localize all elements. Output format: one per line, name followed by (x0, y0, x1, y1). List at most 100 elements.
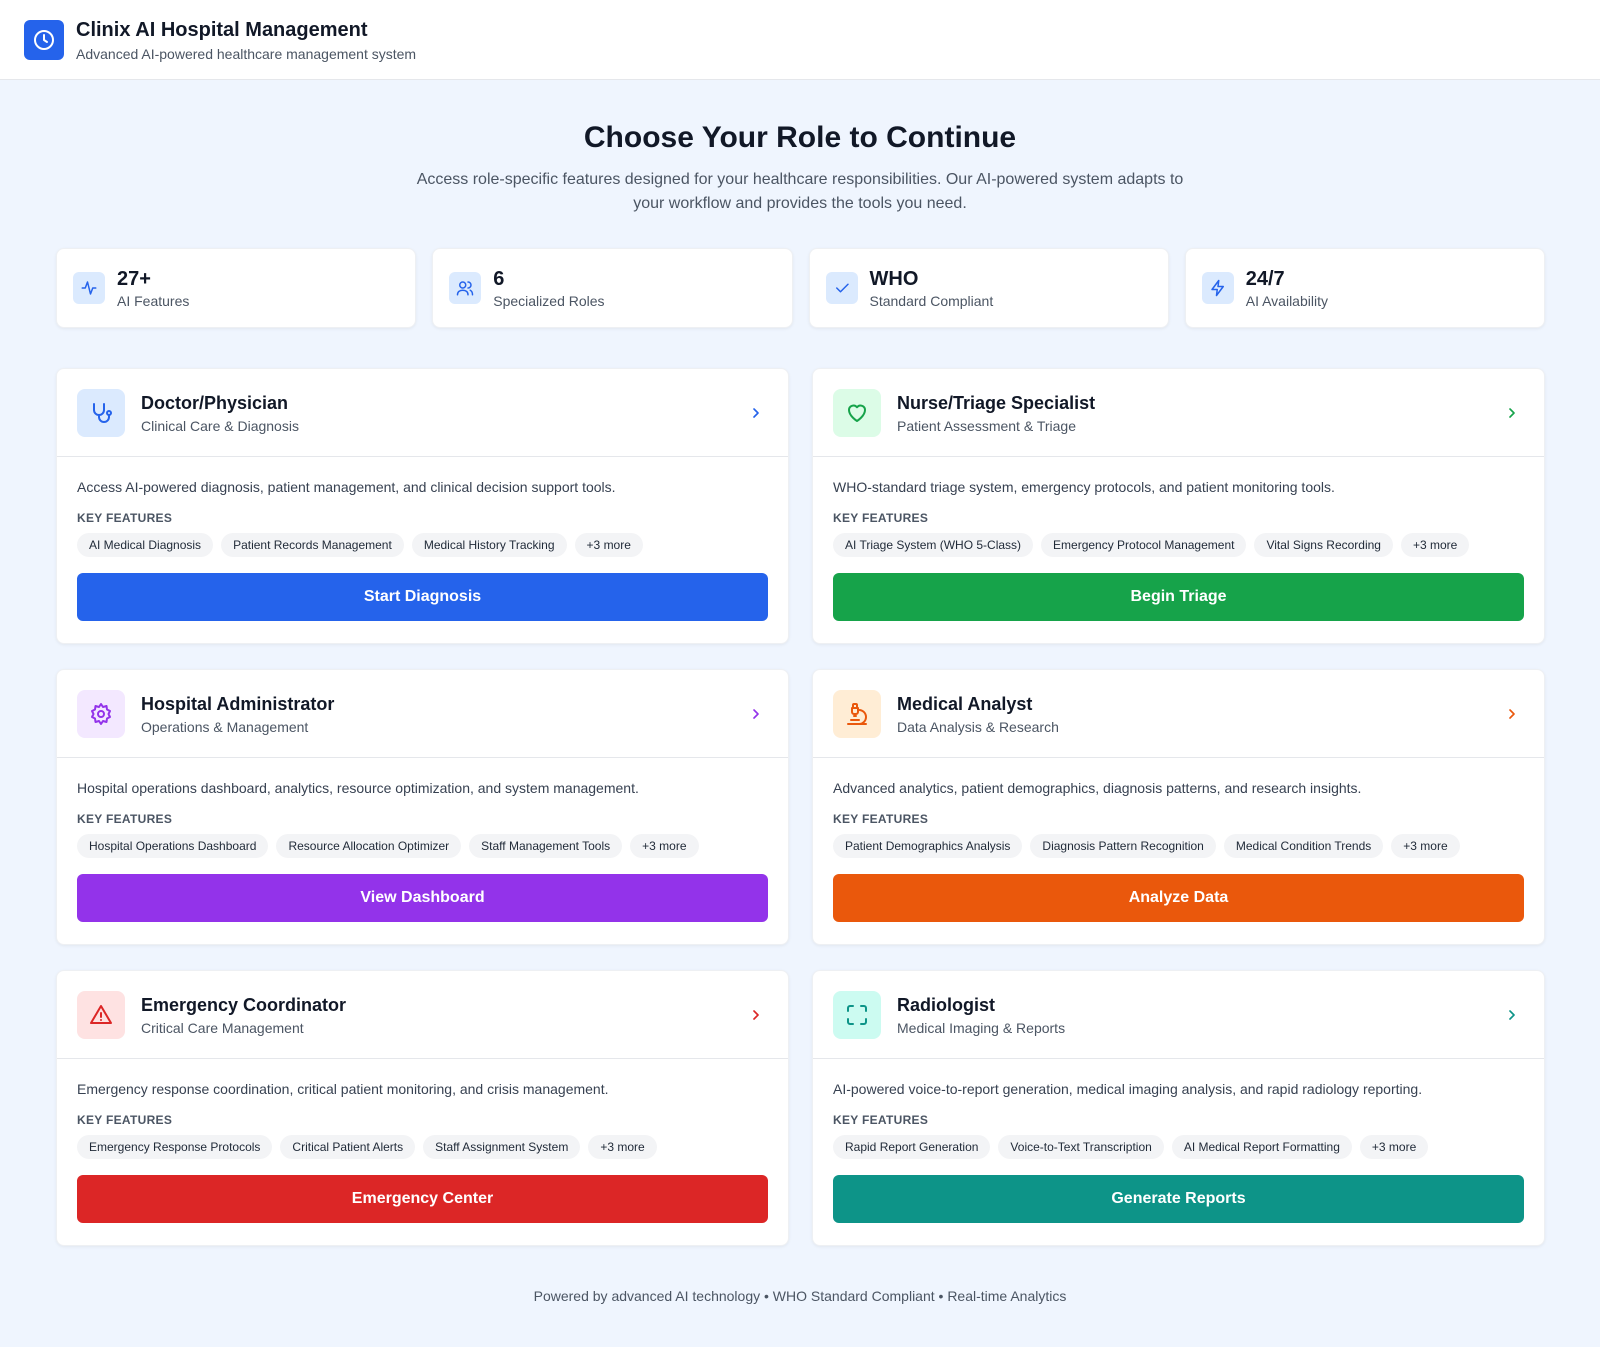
page-title: Choose Your Role to Continue (583, 121, 1017, 154)
role-card-nurse[interactable]: Nurse/Triage Specialist Patient Assessme… (812, 368, 1545, 644)
key-features-label: KEY FEATURES (833, 511, 929, 525)
check-icon (825, 272, 858, 304)
role-card-header[interactable]: Hospital Administrator Operations & Mana… (57, 670, 788, 758)
role-card-analyst[interactable]: Medical Analyst Data Analysis & Research… (812, 669, 1545, 945)
feature-chips: Rapid Report Generation Voice-to-Text Tr… (833, 1135, 1524, 1159)
key-features-label: KEY FEATURES (833, 1113, 929, 1127)
feature-chip: Patient Records Management (221, 533, 404, 557)
more-features-chip: +3 more (1391, 834, 1460, 858)
feature-chip: AI Medical Report Formatting (1171, 1135, 1352, 1159)
stat-label: AI Features (117, 293, 190, 309)
role-description: Advanced analytics, patient demographics… (833, 780, 1362, 796)
chevron-right-icon[interactable] (1504, 706, 1520, 722)
role-description: Hospital operations dashboard, analytics… (77, 780, 639, 796)
role-title: Radiologist (897, 994, 995, 1015)
role-card-emergency[interactable]: Emergency Coordinator Critical Care Mana… (56, 970, 789, 1246)
key-features-label: KEY FEATURES (833, 812, 929, 826)
activity-icon (73, 272, 105, 304)
role-subtitle: Operations & Management (141, 718, 309, 735)
gear-icon (77, 689, 125, 738)
feature-chip: Vital Signs Recording (1254, 533, 1393, 557)
role-title: Emergency Coordinator (141, 994, 347, 1015)
feature-chip: AI Triage System (WHO 5-Class) (833, 533, 1034, 557)
warning-icon (77, 990, 125, 1039)
role-title: Doctor/Physician (141, 392, 289, 413)
feature-chip: Medical Condition Trends (1223, 834, 1384, 858)
app-subtitle: Advanced AI-powered healthcare managemen… (76, 45, 417, 62)
chevron-right-icon[interactable] (748, 405, 764, 421)
role-card-header[interactable]: Radiologist Medical Imaging & Reports (813, 971, 1544, 1059)
more-features-chip: +3 more (574, 533, 643, 557)
chevron-right-icon[interactable] (748, 706, 764, 722)
feature-chip: Hospital Operations Dashboard (77, 834, 269, 858)
brand: Clinix AI Hospital Management Advanced A… (76, 18, 416, 62)
stat-value: 27+ (117, 268, 151, 290)
feature-chip: Resource Allocation Optimizer (276, 834, 462, 858)
feature-chip: Voice-to-Text Transcription (998, 1135, 1164, 1159)
feature-chip: Emergency Response Protocols (77, 1135, 273, 1159)
stat-label: Specialized Roles (493, 293, 605, 309)
role-card-doctor[interactable]: Doctor/Physician Clinical Care & Diagnos… (56, 368, 789, 644)
role-card-header[interactable]: Emergency Coordinator Critical Care Mana… (57, 971, 788, 1059)
page-description: Access role-specific features designed f… (416, 171, 1184, 212)
microscope-icon (833, 689, 881, 738)
view-dashboard-button[interactable]: View Dashboard (77, 874, 768, 922)
stat-label: Standard Compliant (869, 293, 994, 309)
chevron-right-icon[interactable] (748, 1007, 764, 1023)
emergency-center-button[interactable]: Emergency Center (77, 1175, 768, 1223)
feature-chip: Diagnosis Pattern Recognition (1030, 834, 1216, 858)
feature-chip: Emergency Protocol Management (1041, 533, 1247, 557)
role-title: Hospital Administrator (141, 693, 335, 714)
feature-chip: Medical History Tracking (411, 533, 567, 557)
role-card-header[interactable]: Nurse/Triage Specialist Patient Assessme… (813, 369, 1544, 457)
start-diagnosis-button[interactable]: Start Diagnosis (77, 573, 768, 621)
lightning-icon (1201, 272, 1234, 304)
scan-icon (833, 990, 881, 1039)
hero: Choose Your Role to Continue Access role… (0, 80, 1600, 216)
role-subtitle: Patient Assessment & Triage (897, 417, 1076, 434)
key-features-label: KEY FEATURES (77, 1113, 173, 1127)
role-subtitle: Clinical Care & Diagnosis (141, 417, 299, 434)
role-title: Nurse/Triage Specialist (897, 392, 1096, 413)
key-features-label: KEY FEATURES (77, 511, 173, 525)
stat-card: 6 Specialized Roles (432, 248, 793, 328)
clock-icon (24, 19, 64, 60)
analyze-data-button[interactable]: Analyze Data (833, 874, 1524, 922)
key-features-label: KEY FEATURES (77, 812, 173, 826)
feature-chips: Emergency Response Protocols Critical Pa… (77, 1135, 768, 1159)
role-subtitle: Critical Care Management (141, 1019, 304, 1036)
role-card-administrator[interactable]: Hospital Administrator Operations & Mana… (56, 669, 789, 945)
feature-chips: Hospital Operations Dashboard Resource A… (77, 834, 768, 858)
role-card-header[interactable]: Doctor/Physician Clinical Care & Diagnos… (57, 369, 788, 457)
chevron-right-icon[interactable] (1504, 405, 1520, 421)
role-title: Medical Analyst (897, 693, 1033, 714)
more-features-chip: +3 more (1359, 1135, 1429, 1159)
feature-chip: Staff Management Tools (469, 834, 623, 858)
stat-value: 6 (493, 268, 505, 290)
role-description: AI-powered voice-to-report generation, m… (833, 1081, 1423, 1097)
feature-chip: Rapid Report Generation (833, 1135, 991, 1159)
footer-text: Powered by advanced AI technology • WHO … (533, 1288, 1067, 1304)
role-card-radiologist[interactable]: Radiologist Medical Imaging & Reports AI… (812, 970, 1545, 1246)
role-description: Access AI-powered diagnosis, patient man… (77, 479, 616, 495)
more-features-chip: +3 more (630, 834, 699, 858)
generate-reports-button[interactable]: Generate Reports (833, 1175, 1524, 1223)
role-grid: Doctor/Physician Clinical Care & Diagnos… (56, 368, 1545, 1246)
users-icon (449, 272, 482, 304)
stat-value: WHO (869, 268, 919, 290)
feature-chips: AI Triage System (WHO 5-Class) Emergency… (833, 533, 1524, 557)
stat-label: AI Availability (1245, 293, 1328, 309)
role-description: WHO-standard triage system, emergency pr… (833, 479, 1335, 495)
feature-chips: Patient Demographics Analysis Diagnosis … (833, 834, 1524, 858)
feature-chip: Patient Demographics Analysis (833, 834, 1023, 858)
heart-icon (833, 388, 881, 437)
feature-chip: AI Medical Diagnosis (77, 533, 214, 557)
stat-card: WHO Standard Compliant (808, 248, 1169, 328)
role-subtitle: Data Analysis & Research (897, 718, 1059, 735)
feature-chip: Staff Assignment System (423, 1135, 581, 1159)
begin-triage-button[interactable]: Begin Triage (833, 573, 1524, 621)
chevron-right-icon[interactable] (1504, 1007, 1520, 1023)
role-card-header[interactable]: Medical Analyst Data Analysis & Research (813, 670, 1544, 758)
stat-card: 27+ AI Features (56, 248, 417, 328)
more-features-chip: +3 more (588, 1135, 657, 1159)
